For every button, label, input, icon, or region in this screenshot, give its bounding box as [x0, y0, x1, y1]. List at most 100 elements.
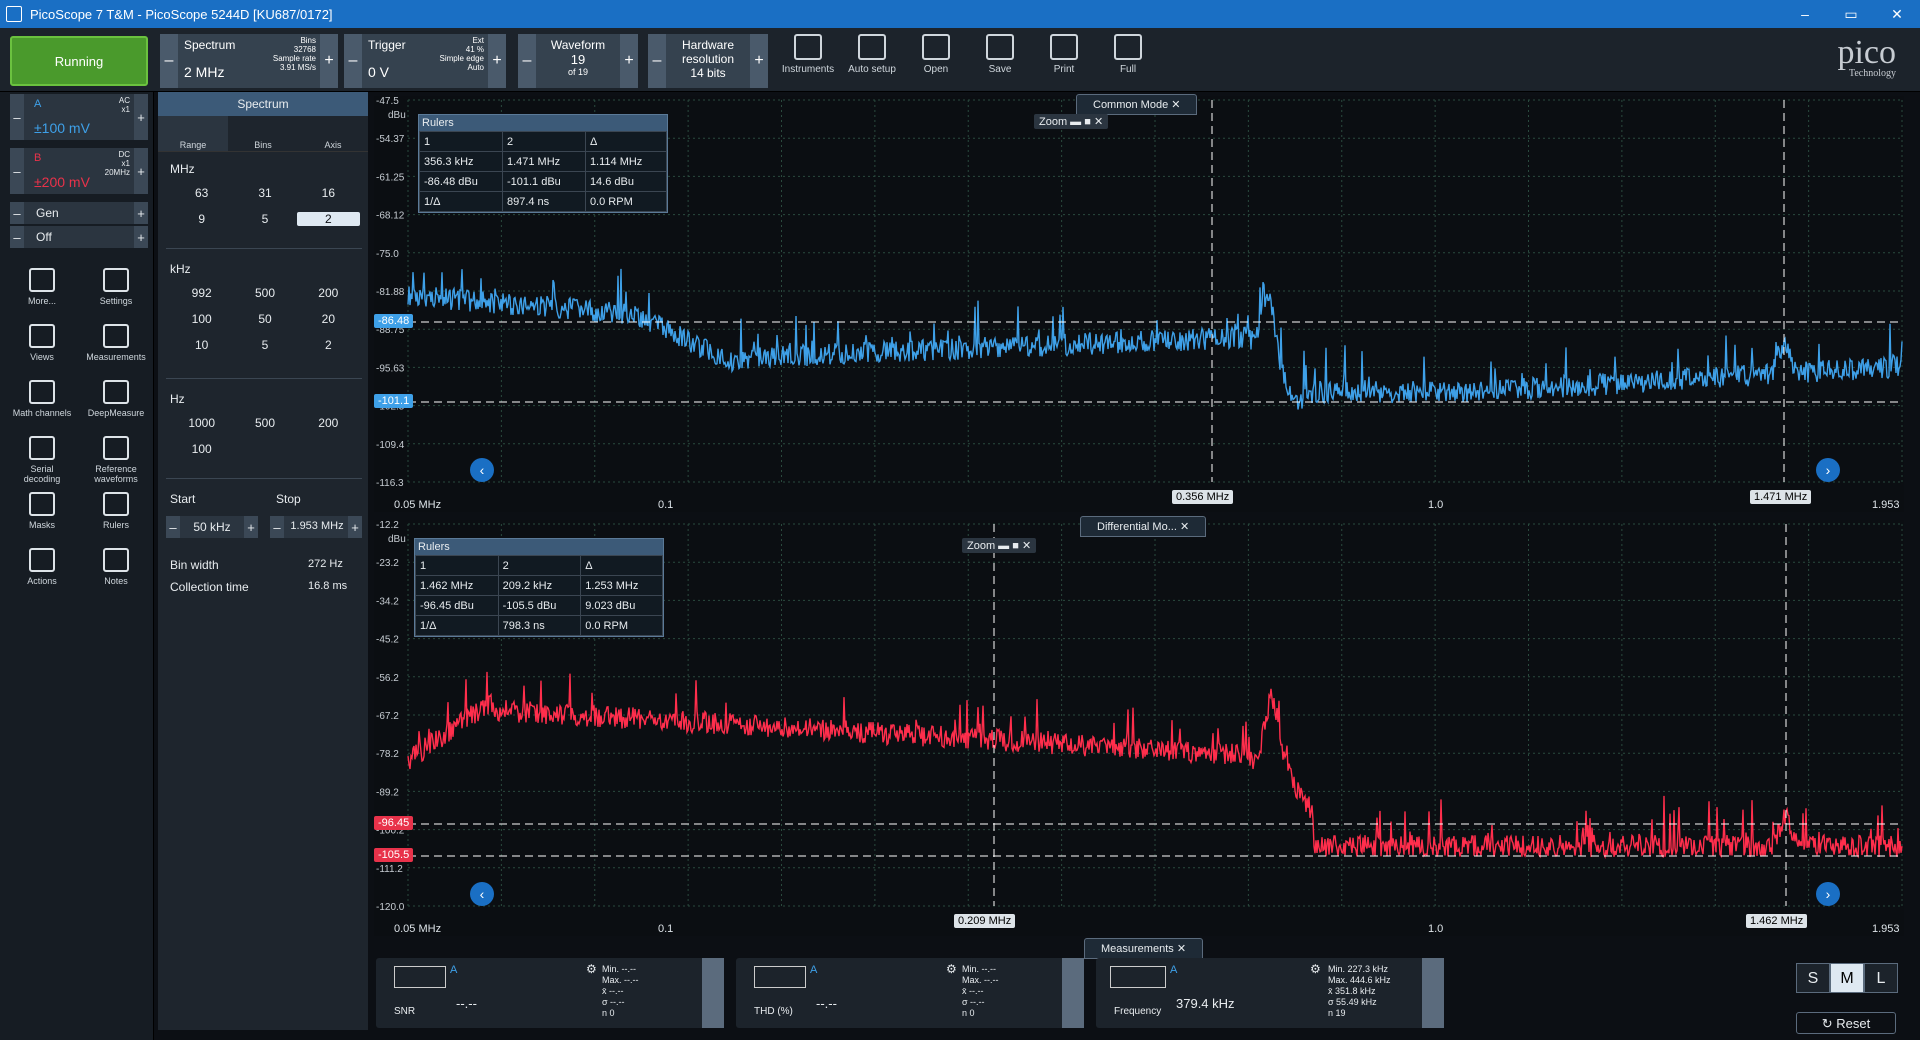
stop-frequency-control[interactable]: – 1.953 MHz + — [270, 516, 362, 538]
maximize-button[interactable]: ▭ — [1828, 6, 1874, 23]
settings-button[interactable]: Settings — [86, 268, 146, 306]
scroll-right-button[interactable]: › — [1816, 882, 1840, 906]
gear-icon[interactable]: ⚙ — [1310, 962, 1321, 976]
stop-decrease[interactable]: – — [270, 516, 284, 538]
scroll-left-button[interactable]: ‹ — [470, 882, 494, 906]
actions-button[interactable]: Actions — [12, 548, 72, 586]
measurements-tab[interactable]: Measurements ✕ — [1084, 938, 1204, 959]
range-option[interactable]: 20 — [297, 312, 360, 326]
range-option[interactable]: 5 — [233, 212, 296, 226]
start-decrease[interactable]: – — [166, 516, 180, 538]
math-channels-button[interactable]: Math channels — [12, 380, 72, 418]
full-screen-button[interactable]: Full — [1098, 32, 1158, 88]
measurement-card[interactable]: A THD (%) --.-- Min. --.-- Max. --.-- x̄ -… — [736, 958, 1084, 1028]
waveform-prev-button[interactable]: – — [518, 34, 536, 88]
waveform-control[interactable]: – Waveform 19 of 19 + — [518, 34, 638, 88]
generator-decrease[interactable]: – — [10, 202, 24, 224]
resolution-increase-button[interactable]: + — [750, 34, 768, 88]
trigger-decrease-button[interactable]: – — [344, 34, 362, 88]
start-increase[interactable]: + — [244, 516, 258, 538]
gear-icon[interactable]: ⚙ — [586, 962, 597, 976]
hardware-resolution-control[interactable]: – Hardware resolution 14 bits + — [648, 34, 768, 88]
generator-increase[interactable]: + — [134, 202, 148, 224]
open-button[interactable]: Open — [906, 32, 966, 88]
range-option[interactable]: 16 — [297, 186, 360, 200]
range-option[interactable]: 63 — [170, 186, 233, 200]
size-l-button[interactable]: L — [1864, 963, 1898, 993]
tab-range[interactable]: Range — [158, 116, 228, 151]
scroll-right-button[interactable]: › — [1816, 458, 1840, 482]
range-option[interactable]: 500 — [233, 286, 296, 300]
start-frequency-control[interactable]: – 50 kHz + — [166, 516, 258, 538]
ruler-2-value[interactable]: -105.5 — [374, 848, 414, 862]
delete-measurement-button[interactable] — [1062, 958, 1084, 1028]
range-option-selected[interactable]: 2 — [296, 212, 360, 226]
ruler-1-value[interactable]: -96.45 — [374, 816, 414, 830]
deepmeasure-button[interactable]: DeepMeasure — [86, 380, 146, 418]
common-mode-tab[interactable]: Common Mode ✕ — [1076, 94, 1198, 115]
generator-state-control[interactable]: – Off + — [10, 226, 148, 248]
range-option[interactable]: 10 — [170, 338, 233, 352]
instruments-button[interactable]: Instruments — [778, 32, 838, 88]
range-option[interactable]: 50 — [233, 312, 296, 326]
stop-increase[interactable]: + — [348, 516, 362, 538]
size-s-button[interactable]: S — [1796, 963, 1830, 993]
range-option[interactable]: 500 — [233, 416, 296, 430]
serial-decoding-button[interactable]: Serial decoding — [12, 436, 72, 484]
more-button[interactable]: More... — [12, 268, 72, 306]
channel-b-decrease[interactable]: – — [10, 148, 24, 194]
range-option[interactable]: 200 — [297, 286, 360, 300]
rulers-button[interactable]: Rulers — [86, 492, 146, 530]
resolution-decrease-button[interactable]: – — [648, 34, 666, 88]
range-option[interactable]: 31 — [233, 186, 296, 200]
generator-state-decrease[interactable]: – — [10, 226, 24, 248]
delete-measurement-button[interactable] — [1422, 958, 1444, 1028]
close-button[interactable]: ✕ — [1874, 6, 1920, 23]
measurements-button[interactable]: Measurements — [86, 324, 146, 362]
spectrum-decrease-button[interactable]: – — [160, 34, 178, 88]
reset-button[interactable]: ↻ Reset — [1796, 1012, 1896, 1034]
channel-a-control[interactable]: – A AC x1 ±100 mV + — [10, 94, 148, 140]
range-option[interactable]: 200 — [297, 416, 360, 430]
save-button[interactable]: Save — [970, 32, 1030, 88]
cursor-1-label[interactable]: 0.209 MHz — [954, 914, 1016, 928]
trigger-increase-button[interactable]: + — [488, 34, 506, 88]
size-m-button[interactable]: M — [1830, 963, 1864, 993]
minimize-button[interactable]: – — [1782, 6, 1828, 23]
channel-a-increase[interactable]: + — [134, 94, 148, 140]
cursor-1-label[interactable]: 0.356 MHz — [1172, 490, 1234, 504]
ruler-2-value[interactable]: -101.1 — [374, 394, 414, 408]
scroll-left-button[interactable]: ‹ — [470, 458, 494, 482]
differential-mode-tab[interactable]: Differential Mo... ✕ — [1080, 516, 1207, 537]
notes-button[interactable]: Notes — [86, 548, 146, 586]
range-option[interactable]: 5 — [233, 338, 296, 352]
tab-bins[interactable]: Bins — [228, 116, 298, 151]
cursor-2-label[interactable]: 1.471 MHz — [1750, 490, 1812, 504]
range-option[interactable]: 2 — [297, 338, 360, 352]
gear-icon[interactable]: ⚙ — [946, 962, 957, 976]
cursor-2-label[interactable]: 1.462 MHz — [1746, 914, 1808, 928]
range-option[interactable]: 100 — [170, 312, 233, 326]
measurement-card[interactable]: A Frequency 379.4 kHz Min. 227.3 kHz Max.… — [1096, 958, 1444, 1028]
reference-waveforms-button[interactable]: Reference waveforms — [86, 436, 146, 484]
channel-b-increase[interactable]: + — [134, 148, 148, 194]
waveform-next-button[interactable]: + — [620, 34, 638, 88]
range-option[interactable]: 992 — [170, 286, 233, 300]
tab-axis[interactable]: Axis — [298, 116, 368, 151]
print-button[interactable]: Print — [1034, 32, 1094, 88]
zoom-control[interactable]: Zoom ▬ ■ ✕ — [962, 538, 1037, 553]
ruler-1-value[interactable]: -86.48 — [374, 314, 414, 328]
range-option[interactable]: 100 — [170, 442, 233, 456]
zoom-control[interactable]: Zoom ▬ ■ ✕ — [1034, 114, 1109, 129]
channel-a-decrease[interactable]: – — [10, 94, 24, 140]
auto-setup-button[interactable]: Auto setup — [842, 32, 902, 88]
generator-control[interactable]: – Gen + — [10, 202, 148, 224]
spectrum-increase-button[interactable]: + — [320, 34, 338, 88]
range-option[interactable]: 1000 — [170, 416, 233, 430]
spectrum-control[interactable]: – Spectrum 2 MHz Bins 32768 Sample rate … — [160, 34, 338, 88]
measurement-card[interactable]: A SNR --.-- Min. --.-- Max. --.-- x̄ --.--… — [376, 958, 724, 1028]
trigger-control[interactable]: – Trigger 0 V Ext 41 % Simple edge Auto … — [344, 34, 506, 88]
generator-state-increase[interactable]: + — [134, 226, 148, 248]
masks-button[interactable]: Masks — [12, 492, 72, 530]
range-option[interactable]: 9 — [170, 212, 233, 226]
